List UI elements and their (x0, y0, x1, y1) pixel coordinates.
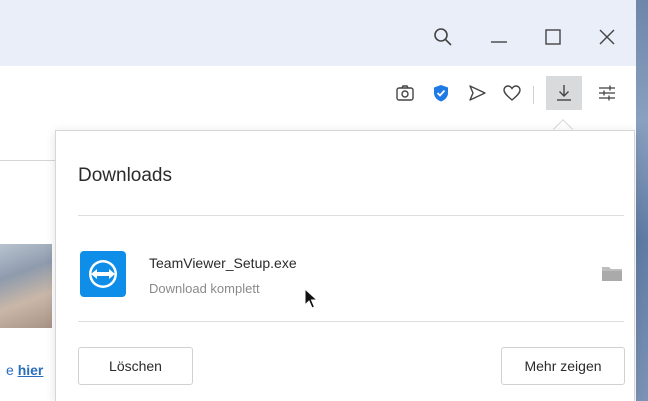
page-link-hier[interactable]: hier (18, 362, 44, 378)
minimize-icon (491, 41, 507, 43)
close-icon (599, 29, 615, 45)
search-button[interactable] (428, 22, 458, 52)
page-divider (0, 160, 60, 161)
teamviewer-icon[interactable] (80, 251, 126, 297)
maximize-button[interactable] (538, 22, 568, 52)
favorites-button[interactable] (497, 78, 527, 108)
heart-icon (503, 85, 521, 101)
browser-toolbar (0, 66, 636, 126)
download-file-name[interactable]: TeamViewer_Setup.exe (149, 255, 297, 271)
clear-downloads-button[interactable]: Löschen (78, 347, 193, 385)
settings-sliders-icon (599, 85, 615, 101)
page-image (0, 244, 52, 328)
download-status: Download komplett (149, 281, 260, 296)
mouse-cursor-icon (304, 288, 318, 309)
teamviewer-logo (89, 260, 117, 288)
camera-icon (396, 85, 414, 101)
item-divider (78, 321, 624, 322)
page-link-text: e hier (6, 362, 43, 378)
folder-icon[interactable] (602, 265, 622, 281)
downloads-title: Downloads (78, 165, 172, 186)
minimize-button[interactable] (484, 22, 514, 52)
screenshot-button[interactable] (390, 78, 420, 108)
adblock-shield-button[interactable] (426, 78, 456, 108)
maximize-icon (545, 29, 561, 45)
shield-icon (434, 85, 448, 102)
close-button[interactable] (592, 22, 622, 52)
show-more-button[interactable]: Mehr zeigen (501, 347, 625, 385)
downloads-panel: Downloads TeamViewer_Setup.exe Download … (55, 130, 635, 401)
page-link-prefix: e (6, 362, 14, 378)
search-icon (434, 28, 452, 46)
title-bar (0, 0, 636, 66)
title-divider (78, 215, 624, 216)
send-icon (469, 85, 486, 101)
send-button[interactable] (462, 78, 492, 108)
desktop-edge (636, 0, 648, 401)
toolbar-separator (533, 86, 534, 104)
downloads-button[interactable] (546, 76, 582, 110)
download-icon (557, 85, 571, 101)
settings-button[interactable] (592, 78, 622, 108)
